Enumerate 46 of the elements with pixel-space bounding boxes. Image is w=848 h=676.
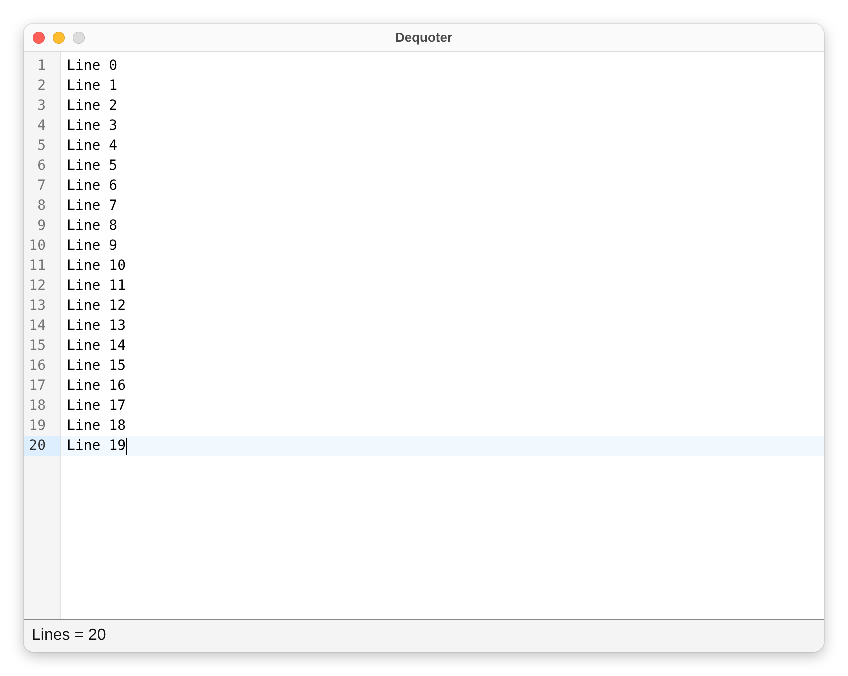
text-cursor xyxy=(126,438,128,454)
code-line: Line 4 xyxy=(67,138,118,154)
code-line: Line 12 xyxy=(67,298,126,314)
line-number: 16 xyxy=(28,357,47,376)
line-number: 14 xyxy=(28,317,47,336)
line-number: 18 xyxy=(28,397,47,416)
code-line: Line 13 xyxy=(67,318,126,334)
code-line: Line 11 xyxy=(67,278,126,294)
code-line: Line 2 xyxy=(67,98,118,114)
line-number: 9 xyxy=(36,217,47,236)
line-number: 12 xyxy=(28,277,47,296)
line-number: 4 xyxy=(36,117,47,136)
line-number: 5 xyxy=(36,137,47,156)
line-number: 10 xyxy=(28,237,47,256)
code-line: Line 7 xyxy=(67,198,118,214)
line-number: 11 xyxy=(28,257,47,276)
line-number: 3 xyxy=(36,97,47,116)
code-line: Line 5 xyxy=(67,158,118,174)
status-text: Lines = 20 xyxy=(32,627,106,645)
code-line: Line 19 xyxy=(67,438,126,454)
code-line: Line 9 xyxy=(67,238,118,254)
line-number: 17 xyxy=(28,377,47,396)
zoom-button[interactable] xyxy=(73,32,85,44)
code-line: Line 8 xyxy=(67,218,118,234)
line-number: 7 xyxy=(36,177,47,196)
line-number: 8 xyxy=(36,197,47,216)
code-line: Line 15 xyxy=(67,358,126,374)
line-number: 6 xyxy=(36,157,47,176)
line-number: 2 xyxy=(36,77,47,96)
code-line: Line 14 xyxy=(67,338,126,354)
minimize-button[interactable] xyxy=(53,32,65,44)
code-line: Line 10 xyxy=(67,258,126,274)
line-number: 15 xyxy=(28,337,47,356)
code-line: Line 16 xyxy=(67,378,126,394)
line-number: 19 xyxy=(28,417,47,436)
code-line: Line 17 xyxy=(67,398,126,414)
line-number: 1 xyxy=(36,57,47,76)
code-line: Line 3 xyxy=(67,118,118,134)
code-line: Line 1 xyxy=(67,78,118,94)
window-title: Dequoter xyxy=(395,30,453,45)
line-number: 20 xyxy=(24,436,60,456)
close-button[interactable] xyxy=(33,32,45,44)
code-line: Line 0 xyxy=(67,58,118,74)
line-number: 13 xyxy=(28,297,47,316)
code-line: Line 18 xyxy=(67,418,126,434)
code-line: Line 6 xyxy=(67,178,118,194)
